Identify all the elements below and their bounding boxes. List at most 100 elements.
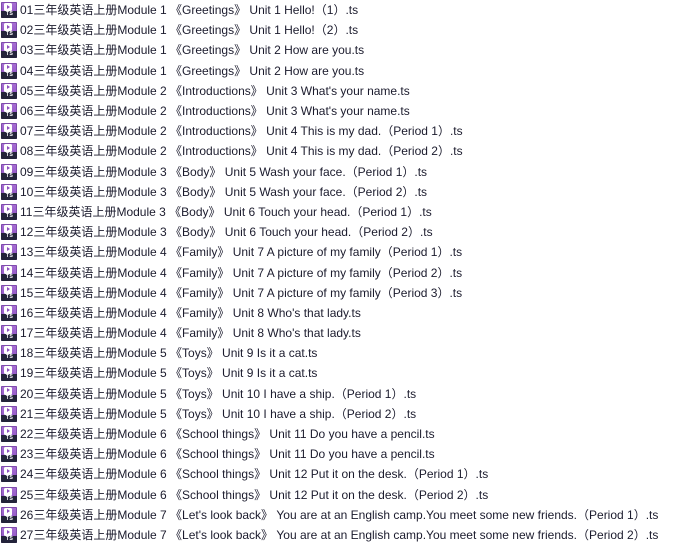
file-name-label: 13三年级英语上册Module 4 《Family》 Unit 7 A pict… xyxy=(20,245,463,260)
file-list-item[interactable]: TS 10三年级英语上册Module 3 《Body》 Unit 5 Wash y… xyxy=(0,181,700,202)
ts-badge: TS xyxy=(1,111,17,120)
play-triangle-icon xyxy=(4,527,12,536)
ts-badge-label: TS xyxy=(5,455,13,462)
file-list-item[interactable]: TS 04三年级英语上册Module 1 《Greetings》 Unit 2 H… xyxy=(0,60,700,81)
ts-video-file-icon: TS xyxy=(1,123,17,140)
ts-video-file-icon: TS xyxy=(1,325,17,342)
file-list-item[interactable]: TS 22三年级英语上册Module 6 《School things》 Unit… xyxy=(0,423,700,445)
ts-video-file-icon: TS xyxy=(1,264,17,281)
ts-badge-label: TS xyxy=(5,273,13,280)
play-triangle-icon xyxy=(4,285,12,294)
file-name-label: 20三年级英语上册Module 5 《Toys》 Unit 10 I have … xyxy=(20,386,417,401)
ts-badge: TS xyxy=(1,394,17,402)
ts-badge-label: TS xyxy=(5,51,13,58)
ts-badge: TS xyxy=(1,212,17,220)
ts-badge-label: TS xyxy=(5,111,13,119)
ts-badge: TS xyxy=(1,374,17,382)
play-triangle-icon xyxy=(4,487,12,496)
file-list-item[interactable]: TS 05三年级英语上册Module 2 《Introductions》 Unit… xyxy=(0,80,700,101)
ts-badge-label: TS xyxy=(5,132,13,139)
file-list-item[interactable]: TS 08三年级英语上册Module 2 《Introductions》 Unit… xyxy=(0,141,700,162)
ts-badge: TS xyxy=(1,172,17,180)
ts-video-file-icon: TS xyxy=(1,163,17,180)
ts-badge: TS xyxy=(1,354,17,362)
ts-badge: TS xyxy=(1,455,17,463)
file-list-item[interactable]: TS 17三年级英语上册Module 4 《Family》 Unit 8 Who'… xyxy=(0,323,700,344)
file-list-item[interactable]: TS 25三年级英语上册Module 6 《School things》 Unit… xyxy=(0,484,700,505)
ts-video-file-icon: TS xyxy=(1,2,17,19)
ts-badge: TS xyxy=(1,414,17,422)
ts-badge-label: TS xyxy=(5,434,13,442)
file-list-item[interactable]: TS 20三年级英语上册Module 5 《Toys》 Unit 10 I hav… xyxy=(0,383,700,404)
ts-badge-label: TS xyxy=(5,91,13,98)
play-triangle-icon xyxy=(4,507,12,516)
ts-badge: TS xyxy=(1,293,17,301)
file-name-label: 17三年级英语上册Module 4 《Family》 Unit 8 Who's … xyxy=(20,326,361,341)
ts-badge-label: TS xyxy=(5,495,13,502)
play-triangle-icon xyxy=(4,83,12,92)
ts-video-file-icon: TS xyxy=(1,385,17,402)
ts-badge-label: TS xyxy=(5,293,13,300)
file-name-label: 07三年级英语上册Module 2 《Introductions》 Unit 4… xyxy=(20,124,463,139)
ts-badge-label: TS xyxy=(5,535,13,543)
ts-video-file-icon: TS xyxy=(1,526,17,543)
ts-badge-label: TS xyxy=(5,394,13,401)
ts-badge-label: TS xyxy=(5,354,13,361)
file-list[interactable]: TS 01三年级英语上册Module 1 《Greetings》 Unit 1 H… xyxy=(0,0,700,546)
ts-badge-label: TS xyxy=(5,172,13,179)
file-name-label: 25三年级英语上册Module 6 《School things》 Unit 1… xyxy=(20,487,489,502)
file-list-item[interactable]: TS 07三年级英语上册Module 2 《Introductions》 Unit… xyxy=(0,121,700,142)
ts-video-file-icon: TS xyxy=(1,82,17,99)
file-list-item[interactable]: TS 27三年级英语上册Module 7 《Let's look back》 Yo… xyxy=(0,524,700,546)
ts-video-file-icon: TS xyxy=(1,62,17,79)
ts-video-file-icon: TS xyxy=(1,506,17,523)
ts-badge: TS xyxy=(1,91,17,99)
ts-video-file-icon: TS xyxy=(1,143,17,160)
file-name-label: 26三年级英语上册Module 7 《Let's look back》 You … xyxy=(20,507,659,522)
ts-video-file-icon: TS xyxy=(1,405,17,422)
file-list-item[interactable]: TS 01三年级英语上册Module 1 《Greetings》 Unit 1 H… xyxy=(0,0,700,21)
file-list-item[interactable]: TS 16三年级英语上册Module 4 《Family》 Unit 8 Who'… xyxy=(0,302,700,323)
file-list-item[interactable]: TS 06三年级英语上册Module 2 《Introductions》 Unit… xyxy=(0,100,700,122)
play-triangle-icon xyxy=(4,265,12,274)
file-list-item[interactable]: TS 19三年级英语上册Module 5 《Toys》 Unit 9 Is it … xyxy=(0,363,700,384)
file-name-label: 10三年级英语上册Module 3 《Body》 Unit 5 Wash you… xyxy=(20,184,428,199)
file-name-label: 02三年级英语上册Module 1 《Greetings》 Unit 1 Hel… xyxy=(20,23,359,38)
ts-badge-label: TS xyxy=(5,71,13,78)
file-list-item[interactable]: TS 21三年级英语上册Module 5 《Toys》 Unit 10 I hav… xyxy=(0,403,700,424)
ts-badge-label: TS xyxy=(5,515,13,522)
file-list-item[interactable]: TS 15三年级英语上册Module 4 《Family》 Unit 7 A pi… xyxy=(0,282,700,303)
ts-badge-label: TS xyxy=(5,192,13,199)
file-name-label: 09三年级英语上册Module 3 《Body》 Unit 5 Wash you… xyxy=(20,164,428,179)
file-list-item[interactable]: TS 13三年级英语上册Module 4 《Family》 Unit 7 A pi… xyxy=(0,242,700,263)
file-name-label: 03三年级英语上册Module 1 《Greetings》 Unit 2 How… xyxy=(20,43,365,58)
ts-badge: TS xyxy=(1,434,17,443)
file-list-item[interactable]: TS 02三年级英语上册Module 1 《Greetings》 Unit 1 H… xyxy=(0,20,700,41)
play-triangle-icon xyxy=(4,386,12,395)
ts-badge-label: TS xyxy=(5,232,13,240)
file-name-label: 06三年级英语上册Module 2 《Introductions》 Unit 3… xyxy=(20,104,410,119)
ts-badge: TS xyxy=(1,475,17,483)
file-name-label: 12三年级英语上册Module 3 《Body》 Unit 6 Touch yo… xyxy=(20,225,433,240)
ts-badge-label: TS xyxy=(5,10,13,18)
file-name-label: 19三年级英语上册Module 5 《Toys》 Unit 9 Is it a … xyxy=(20,366,318,381)
ts-badge: TS xyxy=(1,313,17,321)
file-list-item[interactable]: TS 18三年级英语上册Module 5 《Toys》 Unit 9 Is it … xyxy=(0,343,700,364)
file-list-item[interactable]: TS 14三年级英语上册Module 4 《Family》 Unit 7 A pi… xyxy=(0,262,700,283)
file-list-item[interactable]: TS 11三年级英语上册Module 3 《Body》 Unit 6 Touch … xyxy=(0,201,700,223)
ts-badge: TS xyxy=(1,51,17,59)
ts-video-file-icon: TS xyxy=(1,244,17,261)
file-list-item[interactable]: TS 09三年级英语上册Module 3 《Body》 Unit 5 Wash y… xyxy=(0,161,700,182)
file-list-item[interactable]: TS 03三年级英语上册Module 1 《Greetings》 Unit 2 H… xyxy=(0,40,700,61)
ts-badge: TS xyxy=(1,152,17,160)
ts-badge: TS xyxy=(1,132,17,140)
ts-badge: TS xyxy=(1,253,17,261)
ts-badge-label: TS xyxy=(5,374,13,381)
file-list-item[interactable]: TS 12三年级英语上册Module 3 《Body》 Unit 6 Touch … xyxy=(0,222,700,243)
ts-badge: TS xyxy=(1,515,17,523)
file-list-item[interactable]: TS 26三年级英语上册Module 7 《Let's look back》 Yo… xyxy=(0,504,700,525)
file-list-item[interactable]: TS 23三年级英语上册Module 6 《School things》 Unit… xyxy=(0,444,700,465)
file-list-item[interactable]: TS 24三年级英语上册Module 6 《School things》 Unit… xyxy=(0,464,700,485)
ts-video-file-icon: TS xyxy=(1,42,17,59)
ts-video-file-icon: TS xyxy=(1,486,17,503)
